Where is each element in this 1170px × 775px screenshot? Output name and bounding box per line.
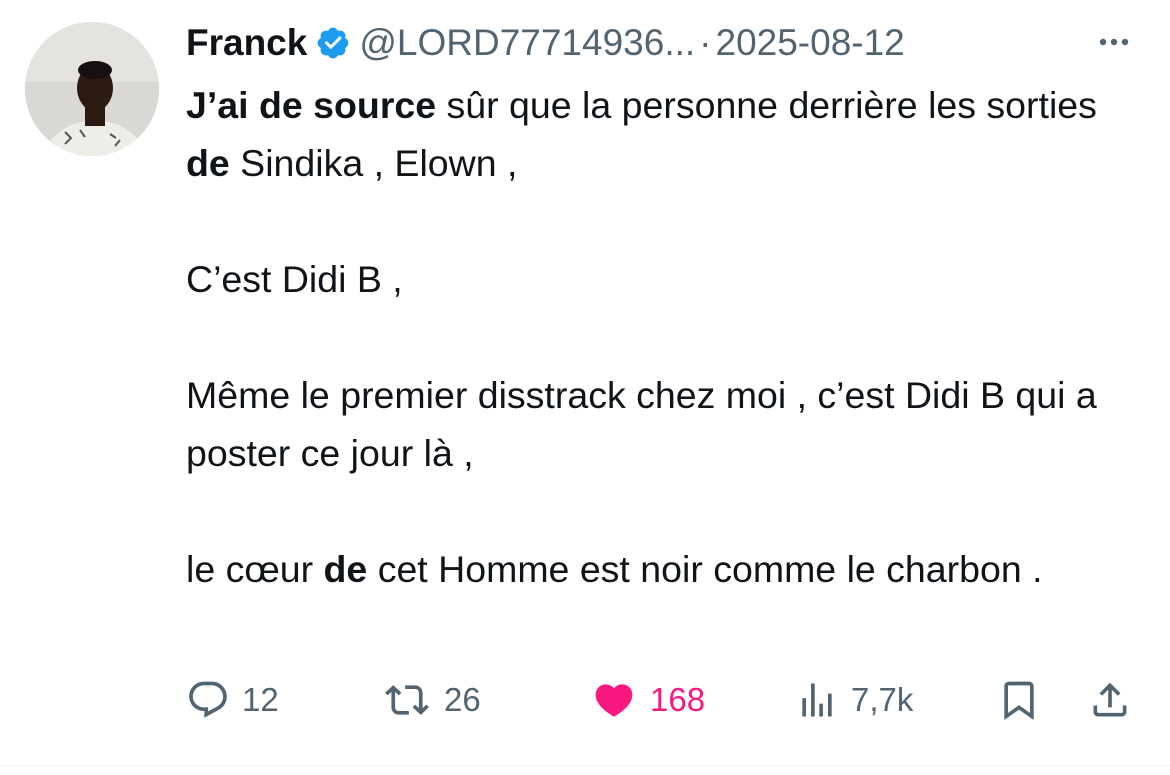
tweet-date[interactable]: 2025-08-12 xyxy=(716,22,905,64)
views-count: 7,7k xyxy=(851,681,914,718)
tweet-paragraph-4: le cœur de cet Homme est noir comme le c… xyxy=(186,540,1146,598)
avatar[interactable] xyxy=(25,22,159,156)
like-count: 168 xyxy=(650,681,706,718)
like-button[interactable]: 168 xyxy=(590,672,705,728)
tweet-text: J’ai de source sûr que la personne derri… xyxy=(186,76,1146,598)
bookmark-button[interactable] xyxy=(997,672,1041,728)
tweet-paragraph-1: J’ai de source sûr que la personne derri… xyxy=(186,76,1146,192)
text-bold: de xyxy=(323,548,368,590)
author-name[interactable]: Franck xyxy=(186,22,307,64)
tweet-header: Franck @LORD77714936... · 2025-08-12 xyxy=(186,18,905,68)
header-separator: · xyxy=(699,22,712,63)
verified-badge-icon xyxy=(315,25,351,61)
text-run: Sindika , Elown , xyxy=(229,142,518,184)
text-run: cet Homme est noir comme le charbon . xyxy=(367,548,1043,590)
bookmark-icon xyxy=(997,678,1041,722)
analytics-icon xyxy=(795,678,839,722)
action-bar: 12 26 168 7,7k xyxy=(0,672,1170,728)
reply-icon xyxy=(186,678,230,722)
retweet-button[interactable]: 26 xyxy=(382,672,481,728)
tweet-paragraph-2: C’est Didi B , xyxy=(186,258,403,300)
author-handle[interactable]: @LORD77714936... xyxy=(359,22,695,64)
heart-icon xyxy=(590,678,638,722)
text-run: le cœur xyxy=(186,548,324,590)
reply-button[interactable]: 12 xyxy=(186,672,279,728)
tweet-paragraph-3: Même le premier disstrack chez moi , c’e… xyxy=(186,374,1097,474)
views-button[interactable]: 7,7k xyxy=(795,672,913,728)
reply-count: 12 xyxy=(242,681,279,718)
divider xyxy=(0,765,1170,766)
retweet-count: 26 xyxy=(444,681,481,718)
text-bold: J’ai de source xyxy=(186,84,437,126)
text-bold: de xyxy=(186,142,230,184)
tweet-card: Franck @LORD77714936... · 2025-08-12 J’a… xyxy=(0,0,1170,775)
more-options-icon[interactable] xyxy=(1083,30,1143,54)
text-run: sûr que la personne derrière les sorties xyxy=(436,84,1097,126)
share-button[interactable] xyxy=(1088,672,1132,728)
retweet-icon xyxy=(382,678,432,722)
share-icon xyxy=(1088,678,1132,722)
